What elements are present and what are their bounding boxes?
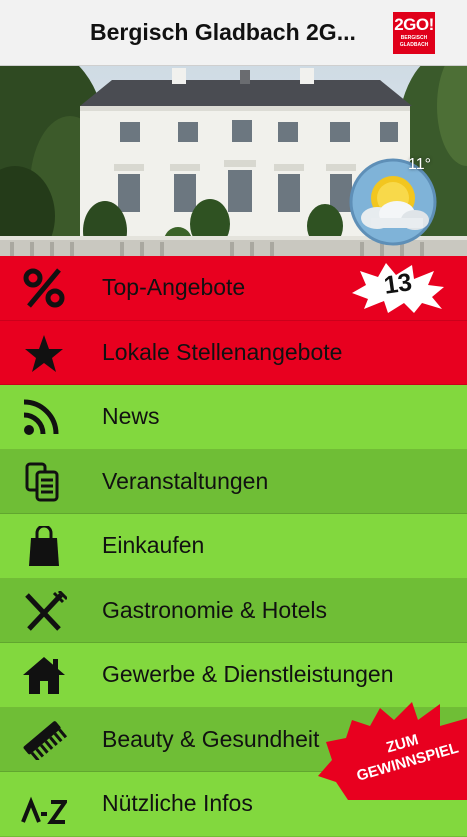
logo-sub-text: BERGISCH GLADBACH xyxy=(399,35,429,48)
app-header: Bergisch Gladbach 2G... 2GO! BERGISCH GL… xyxy=(0,0,467,66)
a-z-icon xyxy=(21,796,67,824)
menu-item-label: Gewerbe & Dienstleistungen xyxy=(102,661,394,687)
app-title: Bergisch Gladbach 2G... xyxy=(90,19,356,45)
temperature-label: 11° xyxy=(408,156,432,173)
menu-item-label: Gastronomie & Hotels xyxy=(102,596,327,623)
rss-icon xyxy=(23,399,59,435)
tickets-icon xyxy=(25,462,59,501)
menu-item-label: News xyxy=(102,403,160,429)
menu-item-veranstaltungen[interactable]: Veranstaltungen xyxy=(0,449,467,514)
shopping-bag-icon xyxy=(29,526,59,566)
comb-icon xyxy=(23,720,67,760)
star-icon xyxy=(25,334,63,372)
menu-item-label: Einkaufen xyxy=(102,532,205,558)
fork-knife-icon xyxy=(25,590,67,631)
menu-item-label: Veranstaltungen xyxy=(102,467,269,494)
menu-item-label: Lokale Stellenangebote xyxy=(102,338,343,365)
menu-item-label: Beauty & Gesundheit xyxy=(102,725,320,752)
menu-item-news[interactable]: News xyxy=(0,385,467,450)
menu-item-top-angebote[interactable]: Top-Angebote 13 xyxy=(0,256,467,321)
percent-icon xyxy=(23,268,65,308)
house-icon xyxy=(23,657,65,694)
menu-item-label: Nützliche Infos xyxy=(102,790,253,816)
logo-main-text: 2GO! xyxy=(394,15,434,34)
menu-item-stellenangebote[interactable]: Lokale Stellenangebote xyxy=(0,320,467,385)
menu-item-gastronomie[interactable]: Gastronomie & Hotels xyxy=(0,578,467,643)
menu-item-einkaufen[interactable]: Einkaufen xyxy=(0,514,467,579)
menu-item-label: Top-Angebote xyxy=(102,274,246,300)
app-logo[interactable]: 2GO! BERGISCH GLADBACH xyxy=(393,12,435,54)
